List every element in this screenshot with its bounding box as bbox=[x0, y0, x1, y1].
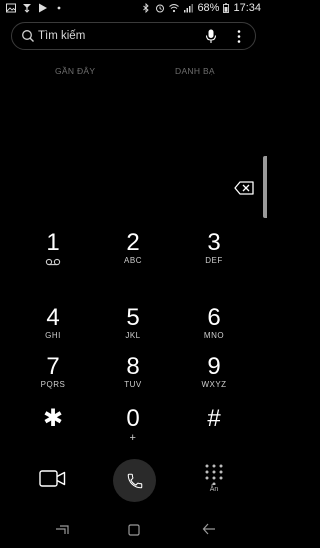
edge-panel-handle[interactable] bbox=[263, 156, 267, 218]
key-2[interactable]: 2 ABC bbox=[103, 229, 163, 266]
key-letters: MNO bbox=[203, 331, 225, 340]
key-digit: ✱ bbox=[42, 405, 64, 432]
key-digit: 3 bbox=[207, 229, 221, 256]
key-digit: # bbox=[207, 405, 221, 432]
key-letters: WXYZ bbox=[201, 380, 227, 389]
key-3[interactable]: 3 DEF bbox=[184, 229, 244, 266]
key-9[interactable]: 9 WXYZ bbox=[184, 353, 244, 390]
bluetooth-icon bbox=[143, 3, 150, 13]
key-letters: GHI bbox=[45, 331, 61, 340]
video-call-icon[interactable] bbox=[39, 469, 66, 488]
phone-icon bbox=[127, 473, 142, 488]
key-digit: 7 bbox=[46, 353, 60, 380]
key-letters: PQRS bbox=[40, 380, 66, 389]
wifi-icon bbox=[169, 4, 180, 13]
alarm-icon bbox=[156, 4, 165, 13]
key-star[interactable]: ✱ bbox=[23, 406, 83, 432]
key-digit: 6 bbox=[207, 304, 221, 331]
status-bar: 68% 17:34 bbox=[0, 0, 267, 18]
key-1[interactable]: 1 bbox=[23, 230, 83, 266]
signal-icon bbox=[184, 4, 194, 13]
gallery-icon bbox=[6, 3, 16, 13]
key-7[interactable]: 7 PQRS bbox=[23, 353, 83, 390]
hide-keypad-button[interactable]: Ẩn bbox=[200, 463, 228, 493]
key-4[interactable]: 4 GHI bbox=[23, 304, 83, 341]
key-letters: ABC bbox=[124, 256, 142, 265]
key-digit: 2 bbox=[126, 229, 140, 256]
call-button[interactable] bbox=[113, 459, 156, 502]
tab-contacts[interactable]: DANH BẠ bbox=[175, 66, 215, 76]
key-digit: 4 bbox=[46, 304, 60, 331]
battery-percent: 68% bbox=[197, 2, 220, 14]
search-icon bbox=[22, 30, 34, 42]
key-digit: 8 bbox=[126, 353, 140, 380]
key-digit: 0 bbox=[126, 405, 140, 432]
key-6[interactable]: 6 MNO bbox=[184, 304, 244, 341]
more-options-icon[interactable] bbox=[237, 29, 241, 44]
key-5[interactable]: 5 JKL bbox=[103, 304, 163, 341]
dialpad-icon bbox=[205, 464, 223, 485]
battery-icon bbox=[223, 3, 230, 13]
navigation-bar bbox=[0, 514, 267, 548]
key-8[interactable]: 8 TUV bbox=[103, 353, 163, 390]
status-bar-left bbox=[6, 3, 64, 13]
key-digit: 1 bbox=[46, 229, 60, 256]
backspace-icon[interactable] bbox=[234, 181, 254, 195]
microphone-icon[interactable] bbox=[205, 29, 217, 44]
key-hash[interactable]: # bbox=[184, 406, 244, 432]
home-icon[interactable] bbox=[128, 524, 140, 536]
key-letters: TUV bbox=[124, 380, 142, 389]
clock: 17:34 bbox=[233, 2, 261, 14]
recent-apps-icon[interactable] bbox=[55, 525, 69, 535]
play-store-icon bbox=[39, 3, 47, 13]
status-bar-right: 68% 17:34 bbox=[141, 2, 261, 14]
key-letters: JKL bbox=[125, 331, 141, 340]
hide-label: Ẩn bbox=[209, 486, 219, 493]
more-notifications-icon bbox=[57, 6, 61, 10]
back-icon[interactable] bbox=[202, 523, 216, 535]
search-input[interactable]: Tìm kiếm bbox=[38, 30, 85, 42]
key-letters: DEF bbox=[205, 256, 223, 265]
download-icon bbox=[23, 4, 31, 13]
search-bar[interactable]: Tìm kiếm bbox=[11, 22, 256, 50]
key-letters: + bbox=[129, 432, 137, 444]
voicemail-icon bbox=[45, 258, 61, 266]
tab-recent[interactable]: GẦN ĐÂY bbox=[55, 66, 95, 76]
key-digit: 9 bbox=[207, 353, 221, 380]
key-0[interactable]: 0 + bbox=[103, 405, 163, 445]
key-digit: 5 bbox=[126, 304, 140, 331]
